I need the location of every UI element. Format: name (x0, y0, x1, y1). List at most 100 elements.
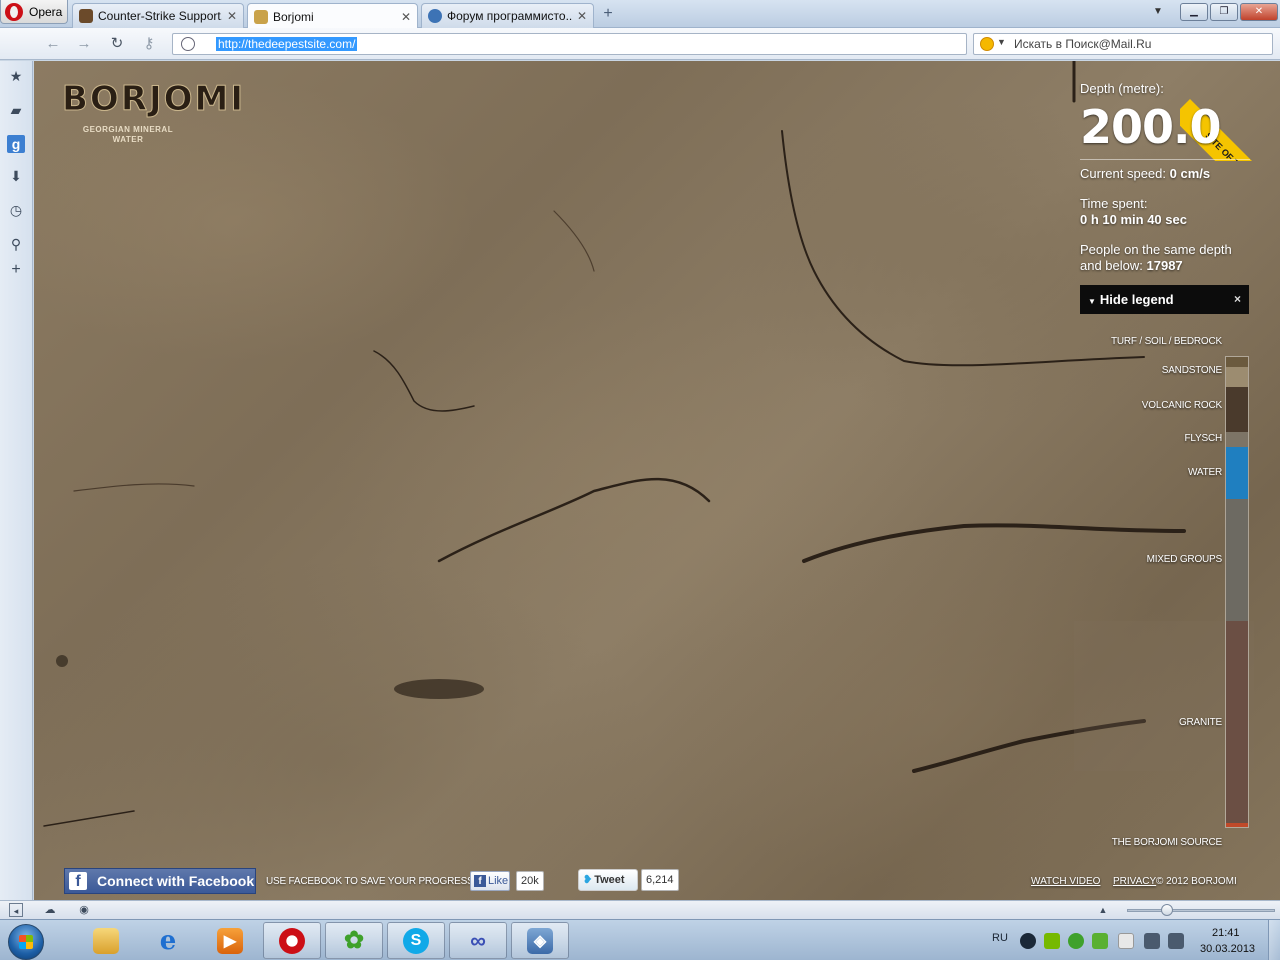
layer-label-sandstone[interactable]: SANDSTONE (1162, 365, 1222, 376)
stratum-granite (1226, 621, 1248, 823)
downloads-icon[interactable]: ⬇ (7, 167, 25, 185)
media-player-icon: ▶ (217, 927, 243, 954)
address-field[interactable]: http://thedeepestsite.com/ (172, 33, 967, 55)
borjomi-favicon-icon (254, 9, 268, 24)
chevron-down-icon[interactable]: ▼ (997, 37, 1006, 47)
layer-label-turf[interactable]: TURF / SOIL / BEDROCK (1111, 336, 1222, 347)
taskbar-opera[interactable] (263, 922, 321, 959)
start-button[interactable] (2, 921, 52, 960)
tab-list-dropdown-icon[interactable]: ▼ (1150, 6, 1166, 20)
watch-video-link[interactable]: WATCH VIDEO (1031, 876, 1100, 887)
borjomi-logo[interactable]: BORJOMI GEORGIAN MINERAL WATER (62, 79, 244, 145)
opera-menu-button[interactable]: Opera (0, 0, 68, 24)
restore-button[interactable]: ❐ (1210, 3, 1238, 21)
like-label: Like (488, 875, 509, 887)
close-tab-icon[interactable]: ✕ (227, 9, 237, 23)
taskbar-media-player[interactable]: ▶ (201, 922, 259, 959)
taskbar-skype[interactable]: S (387, 922, 445, 959)
zoom-slider-thumb[interactable] (1161, 904, 1173, 916)
opera-menu-label: Opera (29, 4, 63, 19)
facebook-save-hint: USE FACEBOOK TO SAVE YOUR PROGRESS (266, 876, 474, 887)
opera-unite-cloud-icon[interactable]: ☁ (43, 903, 57, 917)
layer-label-granite[interactable]: GRANITE (1179, 717, 1222, 728)
nvidia-icon[interactable] (1044, 933, 1060, 949)
clock-time[interactable]: 21:41 (1212, 927, 1240, 939)
depth-strata-column[interactable] (1225, 356, 1249, 828)
chevron-down-icon: ▼ (1088, 297, 1096, 306)
address-toolbar: ← → ↻ ⚷ http://thedeepestsite.com/ ▼ Иск… (0, 28, 1280, 60)
url-text[interactable]: http://thedeepestsite.com/ (216, 37, 358, 51)
tab-label: Форум программисто... (447, 9, 572, 23)
privacy-link[interactable]: PRIVACY (1113, 876, 1156, 887)
time-row: Time spent: 0 h 10 min 40 sec (1080, 196, 1250, 228)
stratum-source (1226, 823, 1248, 827)
action-center-flag-icon[interactable] (1118, 933, 1134, 949)
search-engine-icon[interactable] (980, 37, 994, 51)
close-tab-icon[interactable]: ✕ (401, 10, 411, 24)
facebook-connect-button[interactable]: f Connect with Facebook (64, 868, 256, 894)
layer-label-flysch[interactable]: FLYSCH (1184, 433, 1222, 444)
minimize-button[interactable]: ▁ (1180, 3, 1208, 21)
language-indicator[interactable]: RU (992, 932, 1008, 944)
infinity-icon: ∞ (470, 927, 486, 953)
stratum-flysch (1226, 432, 1248, 447)
add-panel-icon[interactable]: + (7, 261, 25, 279)
network-icon[interactable] (1144, 933, 1160, 949)
history-clock-icon[interactable]: ◷ (7, 201, 25, 219)
close-icon[interactable]: × (1234, 285, 1241, 314)
bookmarks-star-icon[interactable]: ★ (7, 67, 25, 85)
people-row: People on the same depth and below: 1798… (1080, 242, 1250, 274)
google-icon[interactable]: g (7, 135, 25, 153)
tweet-button[interactable]: ❥ Tweet (578, 869, 638, 891)
opera-icon (279, 927, 305, 954)
taskbar-explorer[interactable] (77, 922, 135, 959)
search-field[interactable]: ▼ Искать в Поиск@Mail.Ru (973, 33, 1273, 55)
taskbar-internet-explorer[interactable]: e (139, 922, 197, 959)
notes-icon[interactable]: ▰ (7, 101, 25, 119)
tab-forum[interactable]: Форум программисто... ✕ (421, 3, 594, 28)
depth-label: Depth (metre): (1080, 81, 1164, 96)
reload-button[interactable]: ↻ (106, 34, 128, 54)
facebook-like-button[interactable]: f Like (470, 871, 510, 891)
show-desktop-button[interactable] (1268, 920, 1280, 960)
facebook-icon: f (69, 872, 87, 890)
search-placeholder[interactable]: Искать в Поиск@Mail.Ru (1014, 37, 1151, 51)
taskbar-icq[interactable]: ✿ (325, 922, 383, 959)
zoom-slider-track[interactable] (1127, 909, 1275, 912)
icq-tray-icon[interactable] (1068, 933, 1084, 949)
layer-label-source[interactable]: THE BORJOMI SOURCE (1112, 837, 1222, 848)
divider (1080, 159, 1250, 160)
opera-logo-icon (5, 2, 23, 21)
taskbar-virtualbox[interactable]: ◈ (511, 922, 569, 959)
wand-key-icon[interactable]: ⚷ (138, 34, 160, 54)
forward-button[interactable]: → (73, 34, 95, 54)
steam-icon[interactable] (1020, 933, 1036, 949)
tweet-label: Tweet (594, 874, 625, 886)
close-tab-icon[interactable]: ✕ (577, 9, 587, 23)
stratum-sandstone (1226, 367, 1248, 387)
system-tray: RU 21:41 30.03.2013 (972, 920, 1280, 960)
counter-strike-favicon-icon (79, 9, 93, 23)
logo-tagline: GEORGIAN MINERAL WATER (82, 125, 174, 144)
search-icon[interactable]: ⚲ (7, 235, 25, 253)
layer-label-water[interactable]: WATER (1188, 467, 1222, 478)
clock-date[interactable]: 30.03.2013 (1200, 943, 1255, 955)
view-dropdown-icon[interactable]: ▲ (1096, 903, 1110, 917)
back-button[interactable]: ← (42, 34, 64, 54)
hide-legend-button[interactable]: ▼ Hide legend × (1080, 285, 1249, 314)
layer-label-mixed[interactable]: MIXED GROUPS (1147, 554, 1223, 565)
web-page: BORJOMI GEORGIAN MINERAL WATER SITE OF T… (34, 61, 1280, 900)
new-tab-button[interactable]: + (598, 5, 618, 23)
volume-icon[interactable] (1168, 933, 1184, 949)
time-value: 0 h 10 min 40 sec (1080, 212, 1187, 227)
tab-borjomi[interactable]: Borjomi ✕ (247, 3, 418, 29)
speed-row: Current speed: 0 cm/s (1080, 166, 1250, 182)
antivirus-shield-icon[interactable] (1092, 933, 1108, 949)
turbo-gauge-icon[interactable]: ◉ (77, 903, 91, 917)
close-window-button[interactable]: ✕ (1240, 3, 1278, 21)
tab-counter-strike[interactable]: Counter-Strike Support... ✕ (72, 3, 244, 28)
taskbar-qip[interactable]: ∞ (449, 922, 507, 959)
site-info-icon[interactable] (181, 37, 195, 51)
layer-label-volcanic[interactable]: VOLCANIC ROCK (1142, 400, 1222, 411)
panel-toggle-icon[interactable]: ◂ (9, 903, 23, 917)
